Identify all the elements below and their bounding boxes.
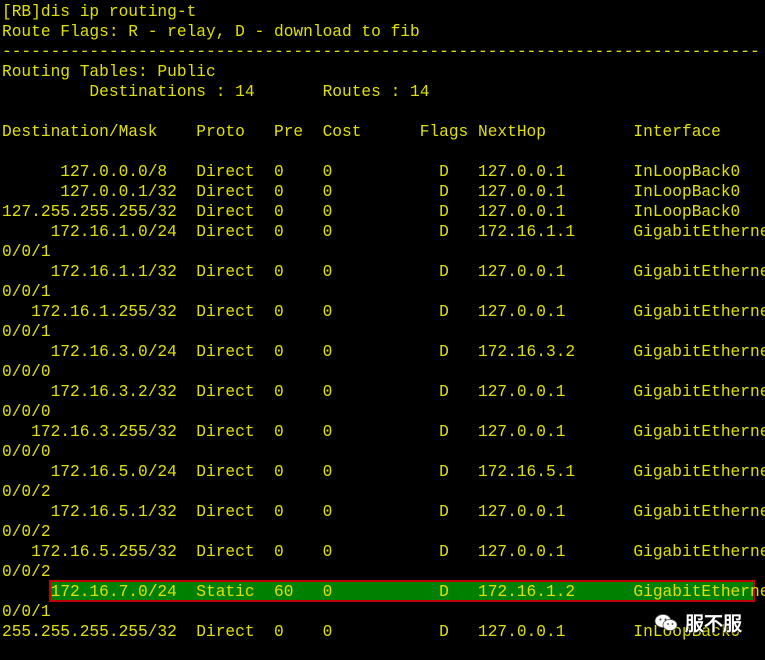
route-row-wrap: 0/0/1 xyxy=(2,243,51,261)
route-row-wrap: 0/0/0 xyxy=(2,363,51,381)
route-row: 127.255.255.255/32 Direct 0 0 D 127.0.0.… xyxy=(2,203,741,221)
route-row: 172.16.1.0/24 Direct 0 0 D 172.16.1.1 Gi… xyxy=(2,223,765,241)
route-row-wrap: 0/0/2 xyxy=(2,563,51,581)
static-route-row: 172.16.7.0/24 Static 60 0 D 172.16.1.2 G… xyxy=(2,583,765,601)
route-row-wrap: 0/0/1 xyxy=(2,603,51,621)
route-row: 172.16.3.255/32 Direct 0 0 D 127.0.0.1 G… xyxy=(2,423,765,441)
wechat-logo-icon xyxy=(654,614,678,631)
terminal-window[interactable]: [RB]dis ip routing-t Route Flags: R - re… xyxy=(0,0,765,660)
route-row: 172.16.3.2/32 Direct 0 0 D 127.0.0.1 Gig… xyxy=(2,383,765,401)
command-line: [RB]dis ip routing-t xyxy=(2,3,197,21)
route-row-wrap: 0/0/1 xyxy=(2,323,51,341)
route-row: 255.255.255.255/32 Direct 0 0 D 127.0.0.… xyxy=(2,623,741,641)
route-row: 172.16.1.255/32 Direct 0 0 D 127.0.0.1 G… xyxy=(2,303,765,321)
route-row: 172.16.5.1/32 Direct 0 0 D 127.0.0.1 Gig… xyxy=(2,503,765,521)
route-row-wrap: 0/0/0 xyxy=(2,443,51,461)
route-row: 172.16.1.1/32 Direct 0 0 D 127.0.0.1 Gig… xyxy=(2,263,765,281)
table-header: Destination/Mask Proto Pre Cost Flags Ne… xyxy=(2,123,721,141)
route-row: 172.16.5.0/24 Direct 0 0 D 172.16.5.1 Gi… xyxy=(2,463,765,481)
route-row: 127.0.0.1/32 Direct 0 0 D 127.0.0.1 InLo… xyxy=(2,183,741,201)
route-row-wrap: 0/0/2 xyxy=(2,523,51,541)
routing-tables-title: Routing Tables: Public xyxy=(2,63,216,81)
route-row-wrap: 0/0/2 xyxy=(2,483,51,501)
route-row: 127.0.0.0/8 Direct 0 0 D 127.0.0.1 InLoo… xyxy=(2,163,741,181)
separator-line: ----------------------------------------… xyxy=(2,43,760,61)
route-row: 172.16.5.255/32 Direct 0 0 D 127.0.0.1 G… xyxy=(2,543,765,561)
watermark-text: 服不服 xyxy=(685,613,743,635)
route-row-wrap: 0/0/1 xyxy=(2,283,51,301)
route-row-wrap: 0/0/0 xyxy=(2,403,51,421)
route-row: 172.16.3.0/24 Direct 0 0 D 172.16.3.2 Gi… xyxy=(2,343,765,361)
route-flags-legend: Route Flags: R - relay, D - download to … xyxy=(2,23,420,41)
destinations-routes-count: Destinations : 14 Routes : 14 xyxy=(2,83,430,101)
